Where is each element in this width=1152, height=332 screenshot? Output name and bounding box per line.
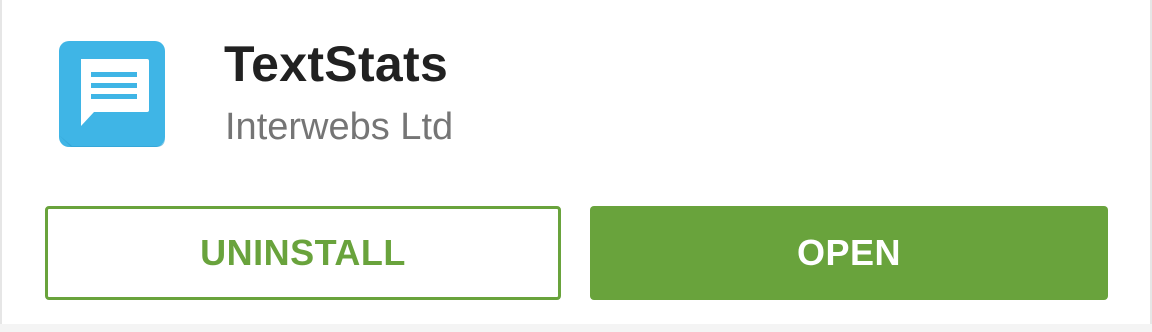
bottom-divider — [0, 324, 1152, 332]
chat-bubble-lines-icon — [58, 40, 166, 148]
app-details-card: TextStats Interwebs Ltd UNINSTALL OPEN — [0, 0, 1152, 332]
developer-name: Interwebs Ltd — [225, 106, 454, 148]
open-button[interactable]: OPEN — [590, 206, 1108, 300]
app-title: TextStats — [224, 36, 449, 92]
app-icon-graphic — [59, 41, 165, 147]
uninstall-button[interactable]: UNINSTALL — [45, 206, 561, 300]
left-edge-divider — [0, 0, 2, 332]
